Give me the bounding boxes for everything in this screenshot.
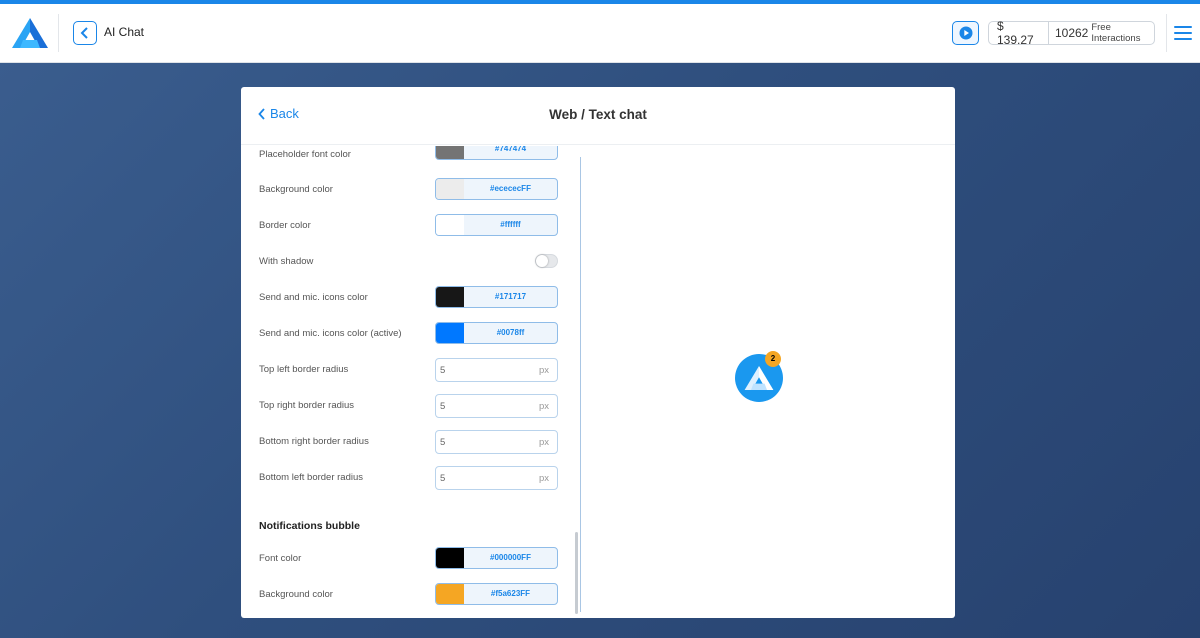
setting-label: Send and mic. icons color — [259, 292, 368, 303]
setting-label: Top left border radius — [259, 364, 349, 375]
app-logo[interactable] — [12, 18, 48, 48]
setting-row-bottom-right-radius: Bottom right border radius 5 px — [259, 430, 559, 454]
color-input-notif-font[interactable]: #000000FF — [435, 547, 558, 569]
free-interactions-count: 10262 — [1054, 26, 1089, 40]
color-hex-value[interactable]: #747474 — [464, 146, 557, 159]
input-unit: px — [538, 401, 549, 412]
color-hex-value[interactable]: #ffffff — [464, 215, 557, 235]
input-unit: px — [538, 437, 549, 448]
free-interactions: 10262 Free Interactions — [1049, 22, 1154, 44]
setting-label: Font color — [259, 553, 302, 564]
header-divider-right — [1166, 14, 1167, 52]
input-value[interactable]: 5 — [440, 473, 445, 484]
setting-row-send-mic-color: Send and mic. icons color #171717 — [259, 286, 559, 310]
shadow-toggle[interactable] — [535, 254, 558, 268]
menu-icon[interactable] — [1174, 26, 1192, 40]
setting-label: Send and mic. icons color (active) — [259, 328, 402, 339]
setting-label: With shadow — [259, 256, 314, 267]
chat-preview: 2 — [581, 146, 955, 618]
color-swatch[interactable] — [436, 287, 464, 307]
setting-label: Bottom left border radius — [259, 472, 364, 483]
color-hex-value[interactable]: #000000FF — [464, 548, 557, 568]
color-input-placeholder-font[interactable]: #747474 — [435, 146, 558, 160]
color-input-background[interactable]: #ecececFF — [435, 178, 558, 200]
setting-label: Bottom right border radius — [259, 436, 369, 447]
input-value[interactable]: 5 — [440, 437, 445, 448]
app-title: AI Chat — [104, 25, 145, 39]
chevron-left-icon — [80, 27, 88, 39]
top-bar: AI Chat $ 139.27 10262 Free Interactions — [0, 4, 1200, 63]
setting-row-top-right-radius: Top right border radius 5 px — [259, 394, 559, 418]
top-left-radius-input[interactable]: 5 px — [435, 358, 558, 382]
panel-title: Web / Text chat — [549, 107, 647, 122]
setting-label: Background color — [259, 589, 333, 600]
settings-list[interactable]: Placeholder font color #747474 Backgroun… — [241, 146, 581, 618]
bottom-left-radius-input[interactable]: 5 px — [435, 466, 558, 490]
credits-display[interactable]: $ 139.27 10262 Free Interactions — [988, 19, 1155, 47]
color-swatch[interactable] — [436, 323, 464, 343]
setting-row-background-color: Background color #ecececFF — [259, 178, 559, 202]
color-swatch[interactable] — [436, 179, 464, 199]
setting-row-top-left-radius: Top left border radius 5 px — [259, 358, 559, 382]
notification-badge: 2 — [765, 351, 781, 367]
nav-back-button[interactable] — [73, 21, 97, 45]
panel-header: Back Web / Text chat — [241, 87, 955, 145]
setting-label: Border color — [259, 220, 311, 231]
notifications-section-title: Notifications bubble — [259, 520, 360, 532]
setting-row-send-mic-active-color: Send and mic. icons color (active) #0078… — [259, 322, 559, 346]
color-swatch[interactable] — [436, 215, 464, 235]
input-unit: px — [538, 365, 549, 376]
color-input-border[interactable]: #ffffff — [435, 214, 558, 236]
play-icon — [959, 26, 972, 40]
setting-row-with-shadow: With shadow — [259, 250, 559, 274]
setting-label: Background color — [259, 184, 333, 195]
logo-icon — [744, 366, 774, 390]
balance-amount: $ 139.27 — [989, 19, 1049, 47]
color-hex-value[interactable]: #0078ff — [464, 323, 557, 343]
input-value[interactable]: 5 — [440, 401, 445, 412]
color-input-notif-background[interactable]: #f5a623FF — [435, 583, 558, 605]
setting-row-placeholder-font-color: Placeholder font color #747474 — [259, 146, 559, 168]
toggle-knob — [536, 255, 548, 267]
setting-row-bottom-left-radius: Bottom left border radius 5 px — [259, 466, 559, 490]
setting-label: Top right border radius — [259, 400, 355, 411]
bottom-right-radius-input[interactable]: 5 px — [435, 430, 558, 454]
setting-label: Placeholder font color — [259, 149, 351, 160]
input-value[interactable]: 5 — [440, 365, 445, 376]
settings-scrollbar[interactable] — [575, 532, 578, 614]
input-unit: px — [538, 473, 549, 484]
color-hex-value[interactable]: #f5a623FF — [464, 584, 557, 604]
setting-row-notif-font-color: Font color #000000FF — [259, 547, 559, 571]
top-right-radius-input[interactable]: 5 px — [435, 394, 558, 418]
color-input-send-mic-active[interactable]: #0078ff — [435, 322, 558, 344]
setting-row-border-color: Border color #ffffff — [259, 214, 559, 238]
settings-panel: Back Web / Text chat Placeholder font co… — [241, 87, 955, 618]
color-input-send-mic[interactable]: #171717 — [435, 286, 558, 308]
play-button[interactable] — [952, 21, 979, 45]
free-interactions-label: Free Interactions — [1091, 22, 1141, 44]
color-swatch[interactable] — [436, 146, 464, 159]
header-divider — [58, 14, 59, 52]
color-hex-value[interactable]: #171717 — [464, 287, 557, 307]
color-swatch[interactable] — [436, 584, 464, 604]
color-hex-value[interactable]: #ecececFF — [464, 179, 557, 199]
logo-icon — [12, 18, 48, 48]
setting-row-notif-background-color: Background color #f5a623FF — [259, 583, 559, 607]
color-swatch[interactable] — [436, 548, 464, 568]
